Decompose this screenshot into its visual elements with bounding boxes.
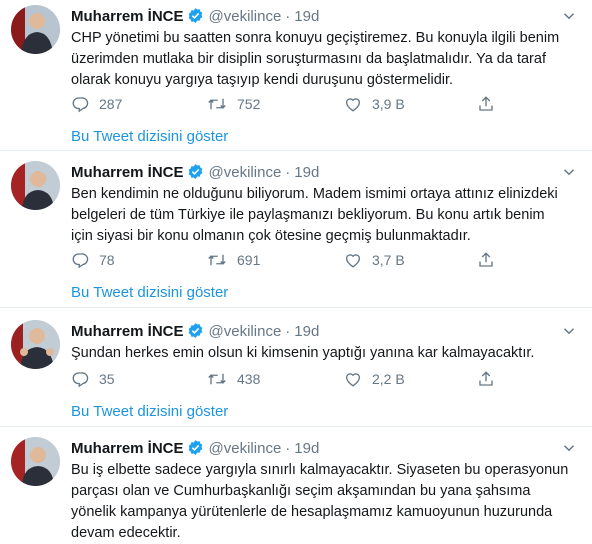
separator-dot: · bbox=[285, 164, 291, 181]
chevron-down-icon[interactable] bbox=[560, 322, 578, 340]
like-button[interactable]: 3,7 B bbox=[344, 250, 405, 270]
author-name[interactable]: Muharrem İNCE bbox=[71, 8, 184, 25]
heart-icon bbox=[345, 254, 361, 268]
tweet[interactable]: Muharrem İNCE @vekilince · 19d Bu iş elbett… bbox=[0, 437, 592, 541]
like-button[interactable]: 3,9 B bbox=[344, 94, 405, 114]
author-handle[interactable]: @vekilince bbox=[209, 8, 282, 25]
retweet-icon bbox=[208, 373, 226, 385]
tweet-timestamp[interactable]: 19d bbox=[294, 8, 319, 25]
reply-button[interactable]: 287 bbox=[71, 94, 122, 114]
retweet-count: 691 bbox=[237, 252, 261, 268]
reply-count: 287 bbox=[99, 96, 123, 112]
show-thread-link[interactable]: Bu Tweet dizisini göster bbox=[71, 402, 228, 422]
retweet-icon bbox=[208, 254, 226, 266]
chevron-down-icon[interactable] bbox=[560, 439, 578, 457]
separator-dot: · bbox=[285, 440, 291, 457]
verified-badge-icon bbox=[187, 163, 204, 186]
tweet-text: Ben kendimin ne olduğunu biliyorum. Made… bbox=[71, 186, 558, 244]
share-button[interactable] bbox=[477, 94, 495, 114]
tweet[interactable]: Muharrem İNCE @vekilince · 19d Şundan herke… bbox=[0, 320, 592, 422]
author-handle[interactable]: @vekilince bbox=[209, 323, 282, 340]
avatar[interactable] bbox=[11, 320, 60, 369]
share-icon bbox=[479, 96, 493, 111]
retweet-icon bbox=[208, 98, 226, 110]
reply-icon bbox=[72, 97, 89, 113]
reply-button[interactable]: 78 bbox=[71, 250, 115, 270]
retweet-button[interactable]: 438 bbox=[207, 369, 260, 389]
reply-icon bbox=[72, 372, 89, 388]
show-thread-link[interactable]: Bu Tweet dizisini göster bbox=[71, 127, 228, 147]
divider bbox=[0, 307, 592, 308]
reply-count: 35 bbox=[99, 371, 115, 387]
avatar[interactable] bbox=[11, 5, 60, 54]
chevron-down-icon[interactable] bbox=[560, 7, 578, 25]
author-handle[interactable]: @vekilince bbox=[209, 440, 282, 457]
show-thread-link[interactable]: Bu Tweet dizisini göster bbox=[71, 283, 228, 303]
author-handle[interactable]: @vekilince bbox=[209, 164, 282, 181]
share-button[interactable] bbox=[477, 250, 495, 270]
avatar[interactable] bbox=[11, 161, 60, 210]
chevron-down-icon[interactable] bbox=[560, 163, 578, 181]
retweet-button[interactable]: 752 bbox=[207, 94, 260, 114]
tweet[interactable]: Muharrem İNCE @vekilince · 19d Ben kendimin… bbox=[0, 161, 592, 306]
author-name[interactable]: Muharrem İNCE bbox=[71, 440, 184, 457]
heart-icon bbox=[345, 373, 361, 387]
retweet-button[interactable]: 691 bbox=[207, 250, 260, 270]
retweet-count: 438 bbox=[237, 371, 261, 387]
reply-count: 78 bbox=[99, 252, 115, 268]
tweet-timestamp[interactable]: 19d bbox=[294, 440, 319, 457]
reply-button[interactable]: 35 bbox=[71, 369, 115, 389]
tweet-actions: 35 438 2,2 B bbox=[71, 369, 581, 389]
verified-badge-icon bbox=[187, 322, 204, 345]
separator-dot: · bbox=[285, 323, 291, 340]
heart-icon bbox=[345, 98, 361, 112]
like-button[interactable]: 2,2 B bbox=[344, 369, 405, 389]
verified-badge-icon bbox=[187, 439, 204, 462]
tweet-text: Şundan herkes emin olsun ki kimsenin yap… bbox=[71, 345, 535, 361]
like-count: 2,2 B bbox=[372, 371, 405, 387]
like-count: 3,9 B bbox=[372, 96, 405, 112]
tweet-text: CHP yönetimi bu saatten sonra konuyu geç… bbox=[71, 30, 560, 88]
tweet-actions: 78 691 3,7 B bbox=[71, 250, 581, 270]
separator-dot: · bbox=[285, 8, 291, 25]
author-name[interactable]: Muharrem İNCE bbox=[71, 323, 184, 340]
like-count: 3,7 B bbox=[372, 252, 405, 268]
avatar[interactable] bbox=[11, 437, 60, 486]
retweet-count: 752 bbox=[237, 96, 261, 112]
divider bbox=[0, 150, 592, 151]
share-icon bbox=[479, 371, 493, 386]
divider bbox=[0, 426, 592, 427]
tweet[interactable]: Muharrem İNCE @vekilince · 19d CHP yönetimi… bbox=[0, 5, 592, 150]
tweet-timestamp[interactable]: 19d bbox=[294, 323, 319, 340]
share-icon bbox=[479, 252, 493, 267]
author-name[interactable]: Muharrem İNCE bbox=[71, 164, 184, 181]
tweet-text: Bu iş elbette sadece yargıyla sınırlı ka… bbox=[71, 462, 569, 541]
verified-badge-icon bbox=[187, 7, 204, 30]
share-button[interactable] bbox=[477, 369, 495, 389]
tweet-timestamp[interactable]: 19d bbox=[294, 164, 319, 181]
tweet-actions: 287 752 3,9 B bbox=[71, 94, 581, 114]
reply-icon bbox=[72, 253, 89, 269]
